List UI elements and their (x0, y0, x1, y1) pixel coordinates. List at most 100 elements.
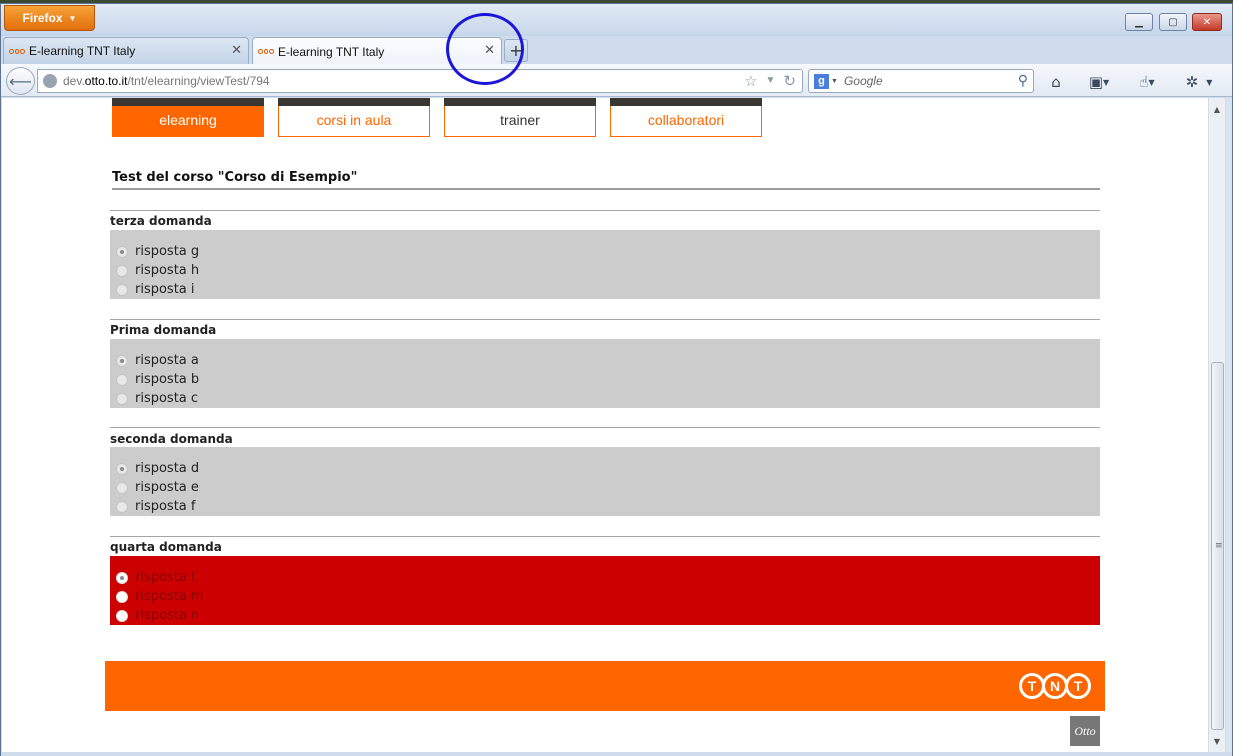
answer-label: risposta h (135, 263, 200, 278)
answer-label: risposta l (135, 570, 195, 585)
minimize-icon: ▁ (1135, 16, 1143, 28)
globe-icon (43, 74, 57, 88)
close-icon: ✕ (1202, 16, 1212, 28)
question-options: risposta d risposta e risposta f (110, 447, 1100, 516)
question-options-wrong: risposta l risposta m risposta n (110, 556, 1100, 625)
hand-pointer-icon[interactable]: ☝ ▼ (1131, 72, 1163, 92)
answer-option[interactable]: risposta a (116, 351, 199, 370)
answer-label: risposta a (135, 353, 199, 368)
arrow-left-icon: ⟵ (9, 71, 32, 91)
addon-bug-icon[interactable]: ✲ ▼ (1179, 72, 1219, 92)
nav-corsi-in-aula[interactable]: corsi in aula (278, 98, 430, 137)
maximize-button[interactable]: ▢ (1159, 13, 1187, 31)
url-tools: ☆ ▼ ↻ (744, 72, 796, 90)
answer-option[interactable]: risposta e (116, 478, 199, 497)
answer-option[interactable]: risposta h (116, 261, 199, 280)
radio-button[interactable] (116, 392, 128, 405)
page-title: Test del corso "Corso di Esempio" (112, 170, 1100, 190)
answer-label: risposta g (135, 244, 200, 259)
answer-label: risposta m (135, 589, 204, 604)
answer-label: risposta d (135, 461, 200, 476)
question-title: seconda domanda (110, 432, 233, 446)
minimize-button[interactable]: ▁ (1125, 13, 1153, 31)
nav-label: collaboratori (647, 112, 725, 128)
nav-label: elearning (159, 112, 217, 128)
answer-option[interactable]: risposta m (116, 587, 204, 606)
vertical-scrollbar[interactable]: ▲ ≡ ▼ (1208, 98, 1225, 752)
tab-title: E-learning TNT Italy (29, 44, 136, 58)
url-bar[interactable]: dev. otto.to.it /tnt/elearning/viewTest/… (37, 69, 803, 93)
search-placeholder: Google (843, 74, 883, 88)
answer-option[interactable]: risposta l (116, 568, 195, 587)
annotation-circle (446, 13, 524, 85)
question-divider (110, 210, 1100, 211)
answer-label: risposta b (135, 372, 200, 387)
otto-logo[interactable]: Otto (1070, 716, 1100, 746)
tab-title: E-learning TNT Italy (278, 44, 385, 59)
chevron-down-icon[interactable]: ▼ (766, 75, 776, 90)
url-path: /tnt/elearning/viewTest/794 (127, 74, 270, 88)
answer-option[interactable]: risposta d (116, 459, 199, 478)
answer-label: risposta c (135, 391, 199, 406)
window-edge (1226, 98, 1232, 752)
chevron-down-icon[interactable]: ▼ (831, 78, 838, 85)
radio-button[interactable] (116, 373, 128, 386)
answer-option[interactable]: risposta c (116, 389, 198, 408)
firefox-menu-button[interactable]: Firefox ▼ (4, 5, 95, 31)
radio-button[interactable] (116, 283, 128, 296)
radio-button[interactable] (116, 500, 128, 513)
tnt-favicon-icon (258, 47, 275, 56)
url-prefix: dev. (63, 74, 85, 88)
page-viewport: elearning corsi in aula trainer collabor… (2, 98, 1208, 752)
reload-icon[interactable]: ↻ (783, 72, 796, 90)
close-window-button[interactable]: ✕ (1192, 13, 1222, 31)
radio-selected[interactable] (116, 462, 128, 475)
title-bar: Firefox ▼ ▁ ▢ ✕ (1, 4, 1232, 36)
radio-button[interactable] (116, 481, 128, 494)
answer-option[interactable]: risposta g (116, 242, 199, 261)
scroll-up-icon[interactable]: ▲ (1209, 101, 1225, 117)
nav-label: corsi in aula (316, 112, 392, 128)
nav-image-strip (112, 98, 264, 106)
nav-image-strip (444, 98, 596, 106)
home-icon[interactable]: ⌂ (1045, 72, 1067, 92)
question-divider (110, 536, 1100, 537)
answer-option[interactable]: risposta n (116, 606, 199, 625)
scrollbar-thumb[interactable]: ≡ (1211, 362, 1224, 730)
question-divider (110, 427, 1100, 428)
answer-label: risposta n (135, 608, 200, 623)
close-tab-icon[interactable]: ✕ (231, 42, 242, 58)
answer-option[interactable]: risposta f (116, 497, 195, 516)
nav-elearning[interactable]: elearning (112, 98, 264, 137)
grip-icon: ≡ (1215, 541, 1223, 551)
question-title: Prima domanda (110, 323, 217, 337)
answer-option[interactable]: risposta i (116, 280, 195, 299)
radio-button[interactable] (116, 609, 128, 622)
firefox-menu-label: Firefox (22, 11, 63, 25)
nav-label: trainer (500, 112, 540, 128)
radio-button[interactable] (116, 590, 128, 603)
scroll-down-icon[interactable]: ▼ (1209, 733, 1225, 749)
navigation-toolbar: ⟵ dev. otto.to.it /tnt/elearning/viewTes… (1, 64, 1232, 97)
google-icon[interactable]: g (814, 73, 829, 89)
nav-trainer[interactable]: trainer (444, 98, 596, 137)
bookmarks-menu-icon[interactable]: ▣ ▼ (1083, 72, 1115, 92)
question-title: terza domanda (110, 214, 212, 228)
tab-elearning-1[interactable]: E-learning TNT Italy ✕ (3, 37, 249, 64)
bookmark-star-icon[interactable]: ☆ (744, 72, 757, 90)
answer-label: risposta f (135, 499, 196, 514)
search-bar[interactable]: g ▼ Google ⚲ (808, 69, 1034, 93)
answer-option[interactable]: risposta b (116, 370, 199, 389)
radio-button[interactable] (116, 264, 128, 277)
tnt-favicon-icon (9, 47, 26, 56)
search-icon[interactable]: ⚲ (1018, 72, 1028, 89)
tnt-logo-letter: T (1065, 673, 1091, 699)
answer-label: risposta i (135, 282, 195, 297)
radio-selected[interactable] (116, 354, 128, 367)
back-button[interactable]: ⟵ (6, 67, 35, 95)
radio-selected[interactable] (116, 245, 128, 258)
status-bar (1, 752, 1232, 756)
nav-collaboratori[interactable]: collaboratori (610, 98, 762, 137)
radio-selected[interactable] (116, 571, 128, 584)
question-divider (110, 319, 1100, 320)
